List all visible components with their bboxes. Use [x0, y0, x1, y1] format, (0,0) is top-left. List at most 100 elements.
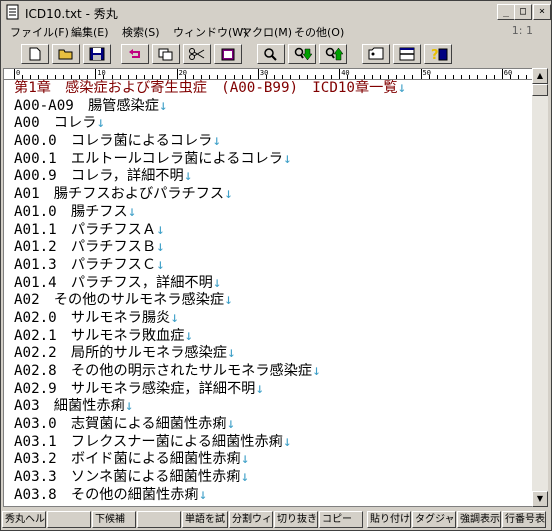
eol-arrow-icon: ↓ — [226, 345, 236, 362]
cut-button[interactable] — [183, 44, 211, 64]
menu-other[interactable]: その他(O) — [294, 24, 344, 40]
line-text: A02.2 局所的サルモネラ感染症 — [14, 345, 227, 362]
function-key-1[interactable]: 秀丸ヘルプ — [2, 511, 46, 528]
ruler-tick — [79, 75, 81, 79]
line-text: A01.2 パラチフスＢ — [14, 239, 157, 256]
text-line: A02.2 局所的サルモネラ感染症↓ — [14, 345, 530, 363]
function-key-10[interactable]: 貼り付け — [367, 511, 411, 528]
find-down-button[interactable] — [288, 44, 316, 64]
ruler-tick — [168, 75, 170, 79]
vertical-scrollbar[interactable]: ▲ ▼ — [532, 68, 548, 507]
text-line: A00.1 エルトールコレラ菌によるコレラ↓ — [14, 151, 530, 169]
function-key-5[interactable]: 単語を試 — [182, 511, 228, 528]
save-button[interactable] — [83, 44, 111, 64]
split-window-icon — [399, 47, 415, 61]
text-line: A03.2 ボイド菌による細菌性赤痢↓ — [14, 451, 530, 469]
ruler-tick — [274, 75, 276, 79]
ruler-tick — [485, 75, 487, 79]
line-text: A01.4 パラチフス，詳細不明 — [14, 274, 213, 291]
line-text: A00.1 エルトールコレラ菌によるコレラ — [14, 150, 283, 167]
line-text: A03.3 ソンネ菌による細菌性赤痢 — [14, 469, 241, 486]
find-up-button[interactable] — [319, 44, 347, 64]
line-text: A00 コレラ — [14, 115, 97, 132]
ruler-tick — [453, 75, 455, 79]
ruler-tick — [160, 75, 162, 79]
scissors-icon — [189, 48, 205, 60]
ruler-tick — [501, 69, 503, 79]
new-file-button[interactable] — [21, 44, 49, 64]
menu-macro[interactable]: マクロ(M) — [241, 24, 292, 40]
eol-arrow-icon: ↓ — [198, 486, 208, 503]
help-button[interactable]: ? — [424, 44, 452, 64]
text-line: A02.9 サルモネラ感染症，詳細不明↓ — [14, 381, 530, 399]
eol-arrow-icon: ↓ — [255, 380, 264, 397]
function-key-6[interactable]: 分割ウィン — [229, 511, 273, 528]
function-key-8[interactable]: コピー — [319, 511, 363, 528]
open-button[interactable] — [52, 44, 80, 64]
line-text: A00.9 コレラ，詳細不明 — [14, 168, 184, 185]
text-line: A02.8 その他の明示されたサルモネラ感染症↓ — [14, 363, 530, 381]
eol-arrow-icon: ↓ — [127, 203, 137, 220]
menu-search[interactable]: 検索(S) — [122, 24, 160, 40]
menu-edit[interactable]: 編集(E) — [71, 24, 109, 40]
title-bar: ICD10.txt - 秀丸 _ □ × — [3, 3, 551, 21]
text-editor[interactable]: 0 10 20 30 40 50 60 第1章 感染症および寄生虫症 (A00-B99) I… — [3, 68, 533, 507]
eol-arrow-icon: ↓ — [283, 150, 292, 167]
undo-button[interactable] — [121, 44, 149, 64]
copy-button[interactable] — [152, 44, 180, 64]
ruler-tick — [38, 75, 40, 79]
line-text: A02.0 サルモネラ腸炎 — [14, 309, 171, 326]
eol-arrow-icon: ↓ — [224, 292, 233, 309]
ruler-tick — [493, 75, 495, 79]
function-key-7[interactable]: 切り抜き — [274, 511, 318, 528]
function-key-3[interactable]: 下候補 — [92, 511, 136, 528]
find-button[interactable] — [257, 44, 285, 64]
menu-bar: ファイル(F) 編集(E) 検索(S) ウィンドウ(W) マクロ(M) その他(… — [3, 22, 549, 40]
ruler-label: 50 — [422, 69, 431, 77]
maximize-button[interactable]: □ — [514, 4, 532, 20]
eol-arrow-icon: ↓ — [240, 451, 250, 468]
hidemaru-app-icon[interactable] — [5, 4, 21, 20]
text-line: A01.4 パラチフス，詳細不明↓ — [14, 275, 530, 293]
undo-icon — [129, 49, 140, 58]
eol-arrow-icon: ↓ — [212, 133, 221, 150]
menu-file[interactable]: ファイル(F) — [10, 24, 69, 40]
menu-window[interactable]: ウィンドウ(W) — [173, 24, 247, 40]
scroll-up-button[interactable]: ▲ — [532, 68, 548, 84]
function-key-13[interactable]: 行番号表 — [502, 511, 546, 528]
paste-button[interactable] — [214, 44, 242, 64]
ruler-tick — [526, 75, 528, 79]
function-key-12[interactable]: 強調表示 — [457, 511, 501, 528]
text-line: A02.1 サルモネラ敗血症↓ — [14, 328, 530, 346]
function-key-4[interactable] — [137, 511, 181, 528]
split-window-button[interactable] — [393, 44, 421, 64]
scroll-thumb[interactable] — [532, 84, 548, 96]
ruler-label: 20 — [178, 69, 188, 77]
minimize-button[interactable]: _ — [497, 4, 515, 20]
find-down-icon — [294, 47, 312, 61]
line-text: A00.0 コレラ菌によるコレラ — [14, 133, 213, 150]
tag-jump-button[interactable] — [362, 44, 390, 64]
line-text: A01.0 腸チフス — [14, 203, 128, 220]
close-button[interactable]: × — [533, 4, 551, 20]
eol-arrow-icon: ↓ — [170, 309, 179, 326]
ruler-tick — [412, 75, 414, 79]
text-line: A02 その他のサルモネラ感染症↓ — [14, 292, 530, 310]
function-key-11[interactable]: タグジャンプ — [412, 511, 456, 528]
paste-icon — [221, 48, 235, 61]
ruler-tick — [298, 75, 300, 79]
ruler-tick — [331, 75, 333, 79]
scroll-down-button[interactable]: ▼ — [532, 491, 548, 507]
ruler-tick — [387, 75, 389, 79]
ruler-tick — [119, 75, 121, 79]
ruler-tick — [404, 75, 406, 79]
text-line: A03.8 その他の細菌性赤痢↓ — [14, 487, 530, 505]
function-key-2[interactable] — [47, 511, 91, 528]
ruler-tick — [396, 75, 398, 79]
ruler-label: 30 — [259, 69, 269, 77]
text-line: A03 細菌性赤痢↓ — [14, 398, 530, 416]
ruler-tick — [192, 75, 194, 79]
toolbar: ? — [3, 43, 549, 67]
ruler-tick — [87, 75, 89, 79]
help-icon: ? — [431, 48, 448, 61]
